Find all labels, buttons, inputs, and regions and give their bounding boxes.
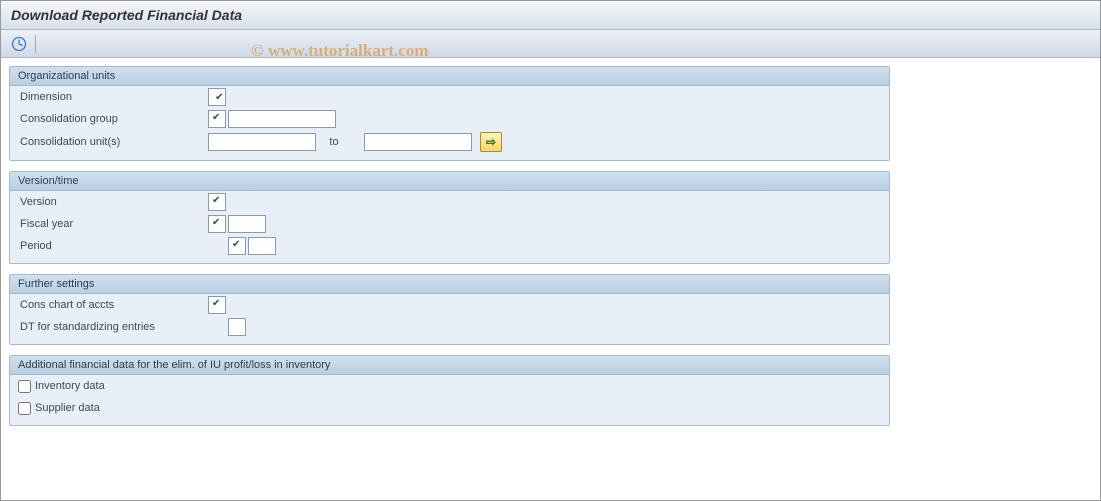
inventory-data-checkbox[interactable]: [18, 380, 31, 393]
dt-standardizing-label: DT for standardizing entries: [18, 321, 208, 333]
required-check-icon: ✔: [212, 218, 220, 228]
consolidation-group-label: Consolidation group: [18, 113, 208, 125]
row-consolidation-unit: Consolidation unit(s) to ⇨: [10, 130, 889, 154]
period-input[interactable]: [248, 237, 276, 255]
group-header: Version/time: [10, 172, 889, 191]
group-version-time: Version/time Version ✔ Fiscal year ✔ Pe: [9, 171, 890, 264]
required-check-icon: ✔: [212, 299, 220, 309]
row-period: Period ✔: [10, 235, 889, 257]
toolbar-separator: [35, 35, 36, 53]
row-consolidation-group: Consolidation group ✔: [10, 108, 889, 130]
row-cons-chart-accts: Cons chart of accts ✔: [10, 294, 889, 316]
group-header: Organizational units: [10, 67, 889, 86]
row-version: Version ✔: [10, 191, 889, 213]
version-label: Version: [18, 196, 208, 208]
selection-screen: Organizational units Dimension ✔ Consoli…: [1, 58, 1100, 444]
consolidation-group-input[interactable]: [228, 110, 336, 128]
execute-icon[interactable]: [11, 36, 27, 52]
row-dimension: Dimension ✔: [10, 86, 889, 108]
page-title: Download Reported Financial Data: [1, 1, 1100, 30]
row-inventory-data: Inventory data: [10, 375, 889, 397]
group-additional-financial-data: Additional financial data for the elim. …: [9, 355, 890, 426]
dimension-label: Dimension: [18, 91, 208, 103]
to-label: to: [304, 136, 364, 148]
cons-chart-accts-label: Cons chart of accts: [18, 299, 208, 311]
fiscal-year-label: Fiscal year: [18, 218, 208, 230]
title-text: Download Reported Financial Data: [11, 7, 242, 23]
fiscal-year-input[interactable]: [228, 215, 266, 233]
supplier-data-label[interactable]: Supplier data: [35, 402, 100, 414]
row-supplier-data: Supplier data: [10, 397, 889, 419]
required-check-icon: ✔: [212, 196, 220, 206]
row-fiscal-year: Fiscal year ✔: [10, 213, 889, 235]
group-further-settings: Further settings Cons chart of accts ✔ D…: [9, 274, 890, 345]
inventory-data-label[interactable]: Inventory data: [35, 380, 105, 392]
period-label: Period: [18, 240, 208, 252]
group-header: Additional financial data for the elim. …: [10, 356, 889, 375]
multiple-selection-button[interactable]: ⇨: [480, 132, 502, 152]
supplier-data-checkbox[interactable]: [18, 402, 31, 415]
arrow-right-icon: ⇨: [486, 135, 496, 149]
consolidation-unit-from-input[interactable]: [208, 133, 316, 151]
required-check-icon: ✔: [215, 92, 223, 103]
required-check-icon: ✔: [212, 113, 220, 123]
group-header: Further settings: [10, 275, 889, 294]
consolidation-unit-label: Consolidation unit(s): [18, 136, 208, 148]
row-dt-standardizing: DT for standardizing entries: [10, 316, 889, 338]
group-organizational-units: Organizational units Dimension ✔ Consoli…: [9, 66, 890, 161]
dt-standardizing-input[interactable]: [228, 318, 246, 336]
required-check-icon: ✔: [232, 240, 240, 250]
application-toolbar: [1, 30, 1100, 58]
consolidation-unit-to-input[interactable]: [364, 133, 472, 151]
